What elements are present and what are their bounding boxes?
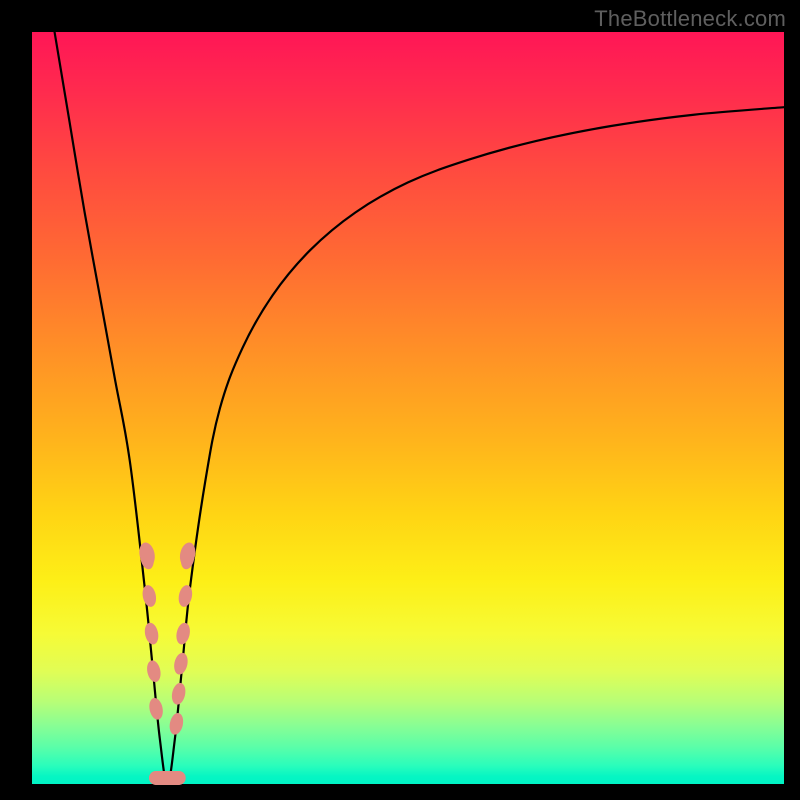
plot-area	[32, 32, 784, 784]
marker-dot	[175, 621, 192, 645]
watermark-text: TheBottleneck.com	[594, 6, 786, 32]
marker-dot	[172, 652, 189, 676]
marker-cluster	[137, 541, 197, 785]
marker-dot	[177, 584, 194, 608]
marker-dot	[145, 659, 162, 683]
chart-frame: TheBottleneck.com	[0, 0, 800, 800]
bottleneck-curve	[55, 32, 784, 784]
marker-dot	[170, 682, 187, 706]
marker-dot	[172, 771, 186, 785]
marker-dot	[147, 697, 164, 721]
marker-dot	[143, 621, 160, 645]
curve-layer	[32, 32, 784, 784]
marker-dot	[141, 584, 158, 608]
marker-dot	[168, 712, 185, 736]
